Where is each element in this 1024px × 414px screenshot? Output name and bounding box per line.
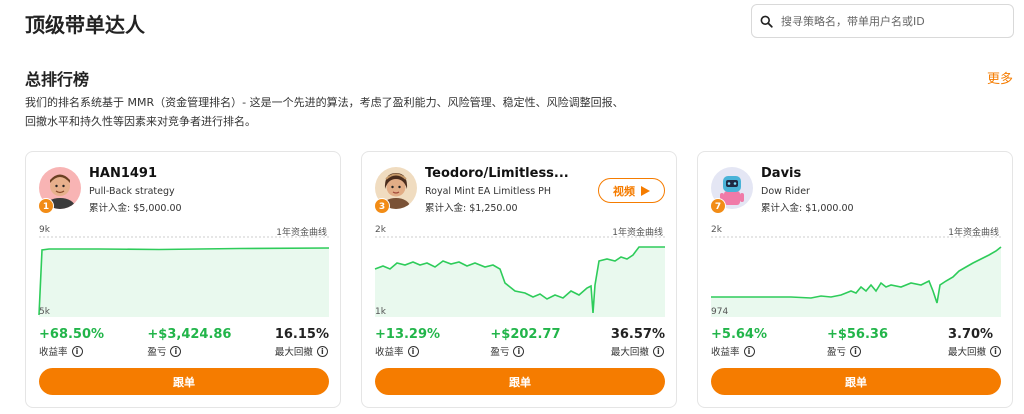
section-title: 总排行榜 [25, 70, 90, 89]
follow-button[interactable]: 跟单 [711, 368, 1001, 395]
return-label: 收益率 [375, 347, 404, 358]
strategy-name: Pull-Back strategy [89, 186, 175, 197]
equity-chart: 2k 974 1年资金曲线 [711, 225, 1002, 317]
pnl-label: 盈亏 [490, 347, 510, 358]
total-deposit: 累计入金: $1,000.00 [761, 203, 854, 214]
section-description: 我们的排名系统基于 MMR（资金管理排名）- 这是一个先进的算法，考虑了盈利能力… [25, 96, 624, 128]
trader-name[interactable]: Davis [761, 166, 801, 181]
drawdown-label: 最大回撤 [610, 347, 649, 358]
chart-caption: 1年资金曲线 [612, 228, 663, 238]
pnl-label: 盈亏 [826, 347, 846, 358]
chart-caption: 1年资金曲线 [948, 228, 999, 238]
search-input[interactable] [781, 14, 1006, 28]
follow-button[interactable]: 跟单 [39, 368, 329, 395]
pnl-value: +$202.77 [490, 327, 561, 342]
pnl-value: +$56.36 [826, 327, 889, 342]
chart-axis-max: 2k [375, 225, 386, 235]
chart-axis-max: 9k [39, 225, 50, 235]
info-icon[interactable]: i [849, 345, 861, 357]
search-box[interactable] [751, 4, 1014, 38]
stats-row: +68.50% 收益率 i +$3,424.86 盈亏 i 16.15% 最大回撤 i [39, 327, 329, 358]
chart-axis-max: 2k [711, 225, 722, 235]
return-value: +68.50% [39, 327, 105, 342]
info-icon[interactable]: i [513, 345, 525, 357]
info-icon[interactable]: i [652, 345, 664, 357]
return-value: +5.64% [711, 327, 767, 342]
stats-row: +13.29% 收益率 i +$202.77 盈亏 i 36.57% 最大回撤 i [375, 327, 665, 358]
return-label: 收益率 [711, 347, 740, 358]
video-button[interactable]: 视频 [598, 178, 665, 203]
chart-caption: 1年资金曲线 [276, 228, 327, 238]
trader-card[interactable]: 3 Teodoro/Limitless... Royal Mint EA Lim… [361, 151, 677, 408]
drawdown-label: 最大回撤 [947, 347, 986, 358]
trader-card[interactable]: 7 Davis Dow Rider 累计入金: $1,000.00 2k 974… [697, 151, 1013, 408]
rank-badge: 1 [38, 198, 54, 214]
total-deposit: 累计入金: $5,000.00 [89, 203, 182, 214]
info-icon[interactable]: i [170, 345, 182, 357]
total-deposit: 累计入金: $1,250.00 [425, 203, 518, 214]
trader-name[interactable]: Teodoro/Limitless... [425, 166, 569, 181]
chart-axis-min: 5k [39, 307, 50, 317]
return-label: 收益率 [39, 347, 68, 358]
chart-axis-min: 1k [375, 307, 386, 317]
equity-chart: 9k 5k 1年资金曲线 [38, 225, 330, 317]
pnl-label: 盈亏 [147, 347, 167, 358]
equity-chart: 2k 1k 1年资金曲线 [374, 225, 665, 317]
info-icon[interactable]: i [743, 345, 755, 357]
drawdown-value: 16.15% [274, 327, 329, 342]
chart-axis-min: 974 [711, 307, 729, 317]
pnl-value: +$3,424.86 [147, 327, 232, 342]
drawdown-value: 3.70% [947, 327, 994, 342]
trader-name[interactable]: HAN1491 [89, 166, 157, 181]
info-icon[interactable]: i [989, 345, 1001, 357]
video-label: 视频 [613, 184, 635, 198]
drawdown-value: 36.57% [610, 327, 665, 342]
page-title: 顶级带单达人 [25, 13, 145, 37]
follow-button[interactable]: 跟单 [375, 368, 665, 395]
trader-card[interactable]: 1 HAN1491 Pull-Back strategy 累计入金: $5,00… [25, 151, 341, 408]
info-icon[interactable]: i [71, 345, 83, 357]
return-value: +13.29% [375, 327, 441, 342]
stats-row: +5.64% 收益率 i +$56.36 盈亏 i 3.70% 最大回撤 i [711, 327, 1001, 358]
rank-badge: 3 [374, 198, 390, 214]
drawdown-label: 最大回撤 [274, 347, 313, 358]
strategy-name: Dow Rider [761, 186, 810, 197]
rank-badge: 7 [710, 198, 726, 214]
strategy-name: Royal Mint EA Limitless PH [425, 186, 552, 197]
info-icon[interactable]: i [316, 345, 328, 357]
play-icon [641, 185, 650, 196]
info-icon[interactable]: i [407, 345, 419, 357]
search-icon [760, 15, 773, 28]
more-link[interactable]: 更多 [987, 68, 1013, 87]
